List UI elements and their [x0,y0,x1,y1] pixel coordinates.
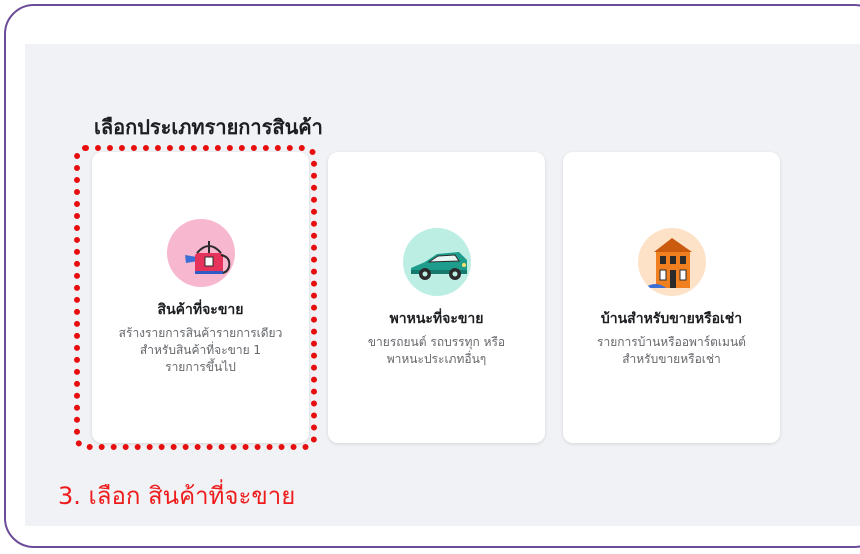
step-annotation: 3. เลือก สินค้าที่จะขาย [58,482,296,510]
card-description: สร้างรายการสินค้ารายการเดียว สำหรับสินค้… [118,326,283,374]
card-description: ขายรถยนต์ รถบรรทุก หรือ พาหนะประเภทอื่นๆ [367,334,506,366]
item-for-sale-card[interactable]: สินค้าที่จะขาย สร้างรายการสินค้ารายการเด… [92,152,309,443]
card-description: รายการบ้านหรืออพาร์ตเมนต์ สำหรับขายหรือเ… [597,334,746,366]
property-for-sale-or-rent-card[interactable]: บ้านสำหรับขายหรือเช่า รายการบ้านหรืออพาร… [563,152,780,443]
house-icon [637,227,706,296]
card-title: สินค้าที่จะขาย [157,302,244,318]
card-title: บ้านสำหรับขายหรือเช่า [600,310,743,327]
card-title: พาหนะที่จะขาย [389,310,484,327]
watering-can-icon [166,219,235,287]
page-title: เลือกประเภทรายการสินค้า [94,115,323,139]
vehicle-for-sale-card[interactable]: พาหนะที่จะขาย ขายรถยนต์ รถบรรทุก หรือ พา… [328,152,545,443]
car-icon [402,227,471,296]
